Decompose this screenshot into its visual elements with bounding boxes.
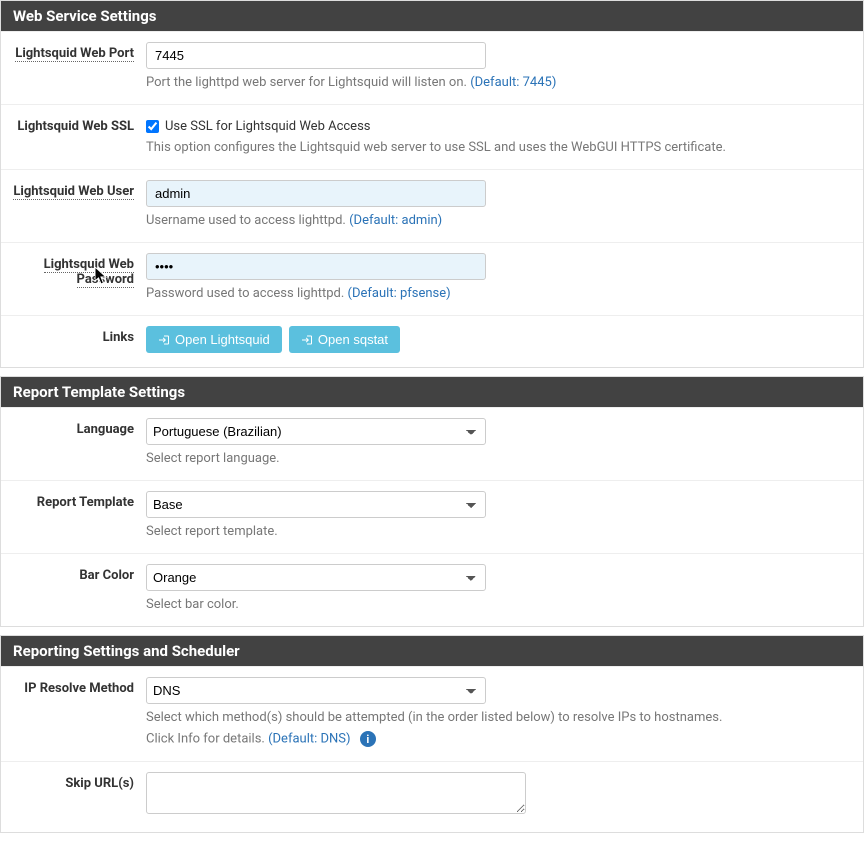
button-open-lightsquid[interactable]: Open Lightsquid [146,326,282,353]
info-icon[interactable]: i [360,731,376,747]
help-ip-resolve-1: Select which method(s) should be attempt… [146,710,851,725]
input-web-password[interactable] [146,253,486,280]
checkbox-web-ssl[interactable] [146,120,159,133]
row-template: Report Template Base Select report templ… [1,480,863,553]
sign-in-icon [301,334,313,346]
label-template: Report Template [1,491,146,539]
default-link-web-user[interactable]: (Default: admin) [349,213,442,228]
row-web-user: Lightsquid Web User Username used to acc… [1,169,863,242]
textarea-skip-url[interactable] [146,772,526,814]
label-web-port: Lightsquid Web Port [1,42,146,90]
row-skip-url: Skip URL(s) [1,761,863,832]
sign-in-icon [158,334,170,346]
row-ip-resolve: IP Resolve Method DNS Select which metho… [1,666,863,761]
select-barcolor[interactable]: Orange [146,564,486,591]
button-open-sqstat[interactable]: Open sqstat [289,326,400,353]
help-ip-resolve-2: Click Info for details. (Default: DNS) i [146,731,851,747]
checkbox-label-web-ssl: Use SSL for Lightsquid Web Access [165,119,371,134]
row-web-password: Lightsquid Web Password Password used to… [1,242,863,315]
row-links: Links Open Lightsquid Open sqstat [1,315,863,367]
help-barcolor: Select bar color. [146,597,851,612]
help-web-password: Password used to access lighttpd. (Defau… [146,286,851,301]
label-web-ssl: Lightsquid Web SSL [1,115,146,155]
help-web-user: Username used to access lighttpd. (Defau… [146,213,851,228]
help-web-port: Port the lighttpd web server for Lightsq… [146,75,851,90]
select-language[interactable]: Portuguese (Brazilian) [146,418,486,445]
label-barcolor: Bar Color [1,564,146,612]
default-link-web-password[interactable]: (Default: pfsense) [348,286,451,301]
panel-web-service: Web Service Settings Lightsquid Web Port… [0,0,864,368]
panel-header-web-service: Web Service Settings [1,1,863,31]
label-skip-url: Skip URL(s) [1,772,146,818]
select-template[interactable]: Base [146,491,486,518]
panel-reporting-scheduler: Reporting Settings and Scheduler IP Reso… [0,635,864,833]
label-web-password: Lightsquid Web Password [1,253,146,301]
help-template: Select report template. [146,524,851,539]
row-web-ssl: Lightsquid Web SSL Use SSL for Lightsqui… [1,104,863,169]
default-link-ip-resolve[interactable]: (Default: DNS) [268,731,350,746]
panel-header-reporting-scheduler: Reporting Settings and Scheduler [1,636,863,666]
panel-report-template: Report Template Settings Language Portug… [0,376,864,627]
row-web-port: Lightsquid Web Port Port the lighttpd we… [1,31,863,104]
input-web-port[interactable] [146,42,486,69]
help-web-ssl: This option configures the Lightsquid we… [146,140,851,155]
row-barcolor: Bar Color Orange Select bar color. [1,553,863,626]
label-ip-resolve: IP Resolve Method [1,677,146,747]
label-web-user: Lightsquid Web User [1,180,146,228]
select-ip-resolve[interactable]: DNS [146,677,486,704]
input-web-user[interactable] [146,180,486,207]
label-language: Language [1,418,146,466]
help-language: Select report language. [146,451,851,466]
label-links: Links [1,326,146,353]
row-language: Language Portuguese (Brazilian) Select r… [1,407,863,480]
panel-header-report-template: Report Template Settings [1,377,863,407]
default-link-web-port[interactable]: (Default: 7445) [470,75,556,90]
